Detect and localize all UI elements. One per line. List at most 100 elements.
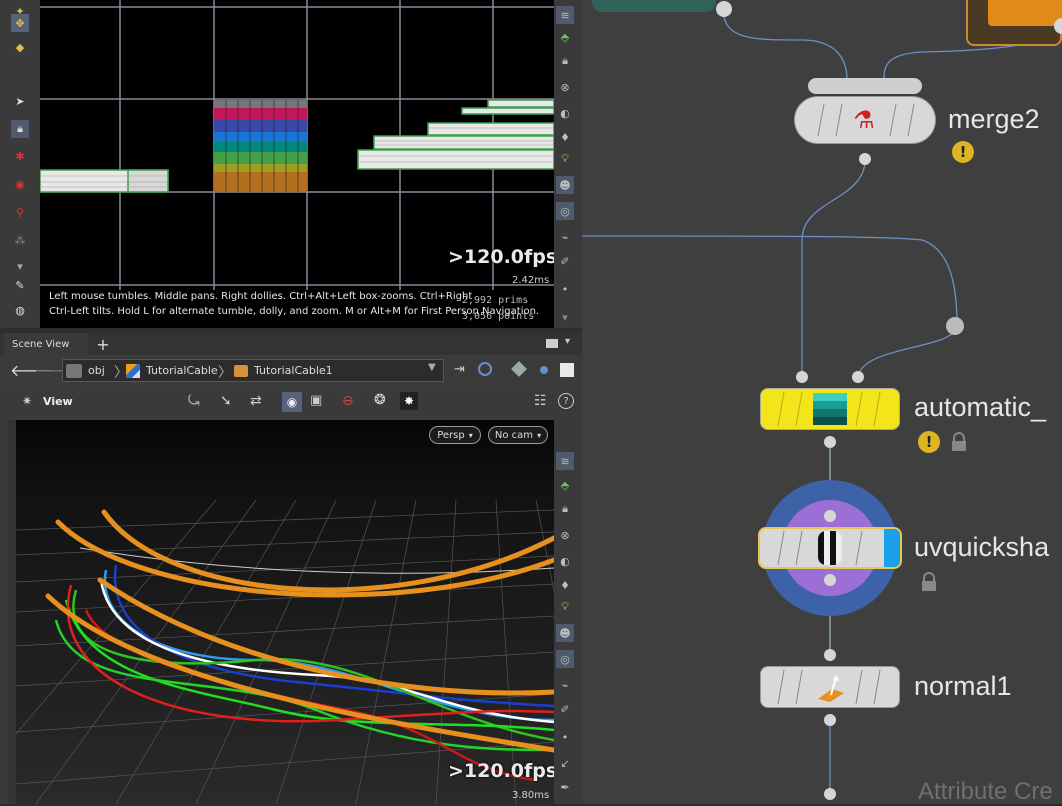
input-port[interactable] <box>796 371 808 383</box>
lock-camera-icon[interactable]: 🔒︎ <box>556 500 574 518</box>
arrow-icon[interactable]: ↙ <box>556 754 574 772</box>
lock-camera-icon[interactable]: 🔒︎ <box>556 52 574 70</box>
chevron-down-icon: ▾ <box>468 430 473 440</box>
maximize-pane-icon[interactable] <box>546 339 558 348</box>
node-label-normal1: normal1 <box>914 671 1012 701</box>
display-toolbar-bottom: ≋ ⬘ 🔒︎ ⊗ ◐ ♦ 💡︎ ☻ ◎ ⌁ ✐ • ↙ ✒ <box>556 420 580 804</box>
lock-icon[interactable] <box>920 572 938 592</box>
path-obj[interactable]: obj <box>66 360 105 381</box>
input-port[interactable] <box>946 317 964 335</box>
add-tab-button[interactable]: + <box>94 335 112 354</box>
partial-node-label: Attribute Cre <box>918 778 1053 805</box>
input-port[interactable] <box>824 788 836 800</box>
input-port[interactable] <box>824 510 836 522</box>
view-icon[interactable]: ◍ <box>11 301 29 319</box>
paint-icon[interactable]: ✐ <box>556 252 574 270</box>
sphere-icon[interactable] <box>540 366 548 374</box>
light-icon[interactable]: ♦ <box>556 576 574 594</box>
view-menu-icon[interactable]: ✷ <box>22 394 32 408</box>
display-options-icon[interactable]: ≋ <box>556 452 574 470</box>
camera-icon[interactable]: ⌁ <box>556 228 574 246</box>
output-port[interactable] <box>824 714 836 726</box>
frame-time: 3.80ms <box>512 790 550 801</box>
cube-icon[interactable] <box>511 361 527 377</box>
paint-icon[interactable]: ✐ <box>556 700 574 718</box>
eye-icon[interactable]: ◎ <box>556 202 574 220</box>
chevron-down-icon[interactable]: ▾ <box>11 257 29 275</box>
fps-readout: >120.0fps <box>448 246 554 268</box>
pointer-icon[interactable]: ➤ <box>11 92 29 110</box>
shading-icon[interactable]: ◐ <box>556 552 574 570</box>
bulb-icon[interactable]: 💡︎ <box>556 598 574 616</box>
pen-icon[interactable]: ✒ <box>556 778 574 796</box>
perspective-menu[interactable]: Persp ▾ <box>429 426 481 444</box>
frame-time: 2.42ms <box>512 275 550 286</box>
dot-icon[interactable]: • <box>556 280 574 298</box>
output-port[interactable] <box>824 436 836 448</box>
eye-icon[interactable]: ◎ <box>556 650 574 668</box>
perspective-viewport[interactable]: >120.0fps 3.80ms <box>16 420 554 804</box>
top-viewport[interactable]: >120.0fps 2.42ms 2,992 prims 3,056 point… <box>40 0 554 328</box>
output-port[interactable] <box>859 153 871 165</box>
close-icon[interactable]: ⊗ <box>556 526 574 544</box>
ghost-icon[interactable]: ☻ <box>556 176 574 194</box>
geo-icon <box>126 363 140 378</box>
uv-layout-icon <box>813 393 847 425</box>
wireframe-icon[interactable]: ⬘ <box>556 476 574 494</box>
path-separator: 〉 <box>218 365 232 381</box>
path-geo2[interactable]: TutorialCable1 <box>234 360 333 381</box>
camera-icon[interactable]: ⌁ <box>556 676 574 694</box>
path-geo1[interactable]: TutorialCable <box>126 360 218 381</box>
dot-icon[interactable]: • <box>556 728 574 746</box>
path-dropdown-icon[interactable]: ▼ <box>428 362 436 373</box>
render-icon[interactable]: ❂ <box>374 392 386 408</box>
brush-icon[interactable]: ✎ <box>11 276 29 294</box>
handle-icon[interactable]: ◉ <box>11 175 29 193</box>
swap-icon[interactable]: ⇄ <box>250 393 262 409</box>
display-toolbar-top: ≋ ⬘ 🔒︎ ⊗ ◐ ♦ 💡︎ ☻ ◎ ⌁ ✐ • ▾ <box>556 0 580 328</box>
ghost-icon[interactable]: ☻ <box>556 624 574 642</box>
lock-icon[interactable] <box>950 432 968 452</box>
light-icon[interactable]: ♦ <box>556 128 574 146</box>
output-port[interactable] <box>824 574 836 586</box>
lock-icon[interactable]: 🔒︎ <box>11 120 29 138</box>
output-port[interactable] <box>716 1 732 17</box>
chevron-down-icon[interactable]: ▾ <box>565 336 570 347</box>
input-port[interactable] <box>852 371 864 383</box>
uv-select-icon[interactable]: ✥ <box>11 14 29 32</box>
merge-node-bar[interactable] <box>808 78 922 94</box>
partial-node-top-left[interactable] <box>592 0 716 12</box>
link-icon[interactable] <box>478 362 492 376</box>
warning-icon[interactable]: ! <box>952 141 974 163</box>
shading-icon[interactable]: ◐ <box>556 104 574 122</box>
camera-icon[interactable]: ◉ <box>282 392 302 412</box>
fps-readout: >120.0fps <box>448 760 554 782</box>
help-icon[interactable]: ? <box>558 393 574 409</box>
display-settings-icon[interactable]: ☷ <box>534 393 547 409</box>
pin-icon[interactable]: ⇥ <box>454 362 465 377</box>
no-entry-icon[interactable]: ⊖ <box>342 393 354 409</box>
warning-icon[interactable]: ! <box>918 431 940 453</box>
display-options-icon[interactable]: ≋ <box>556 6 574 24</box>
screen-icon[interactable]: ▣ <box>310 393 322 408</box>
tab-scene-view[interactable]: Scene View <box>4 333 88 355</box>
snapshot-icon[interactable]: ✸ <box>400 392 418 410</box>
camera-menu[interactable]: No cam ▾ <box>488 426 548 444</box>
white-square-icon[interactable] <box>560 363 574 377</box>
close-icon[interactable]: ⊗ <box>556 78 574 96</box>
wireframe-icon[interactable]: ⬘ <box>556 28 574 46</box>
network-editor[interactable]: ⚗ merge2 ! automatic_ ! uvquicksha norma… <box>582 0 1062 805</box>
uv-brush-icon[interactable]: ◆ <box>11 38 29 56</box>
view-menu[interactable]: View <box>43 395 73 408</box>
tool-column: ✦ ✥ ◆ ➤ 🔒︎ ✱ ◉ ⚲ ⁂ ▾ ✎ ◍ <box>8 0 40 328</box>
pointer-icon[interactable]: ➘ <box>220 393 232 409</box>
merge-icon: ⚗ <box>853 106 875 134</box>
input-port[interactable] <box>824 649 836 661</box>
dots-icon[interactable]: ⁂ <box>11 231 29 249</box>
chevron-down-icon[interactable]: ▾ <box>556 308 574 326</box>
bulb-icon[interactable]: 💡︎ <box>556 150 574 168</box>
partial-node-top-right-body <box>988 0 1062 26</box>
rotate-icon[interactable]: ✱ <box>11 147 29 165</box>
tumble-icon[interactable]: ⤿ <box>188 393 200 409</box>
pin-icon[interactable]: ⚲ <box>11 203 29 221</box>
